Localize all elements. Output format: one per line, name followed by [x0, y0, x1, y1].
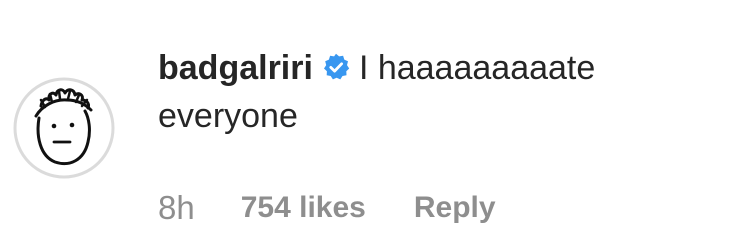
avatar[interactable] [12, 76, 116, 180]
comment-item: badgalriri I haaaaaaaaate everyone 8h 754… [0, 0, 734, 244]
comment-meta: 8h 754 likes Reply [158, 186, 496, 230]
reply-button[interactable]: Reply [414, 191, 496, 225]
verified-badge-icon [321, 52, 351, 82]
comment-body: badgalriri I haaaaaaaaate everyone [158, 44, 718, 140]
doodle-face-avatar-icon [13, 77, 115, 179]
comment-timestamp[interactable]: 8h [158, 189, 195, 227]
likes-count-button[interactable]: 754 likes [241, 191, 366, 225]
username-link[interactable]: badgalriri [158, 49, 313, 87]
